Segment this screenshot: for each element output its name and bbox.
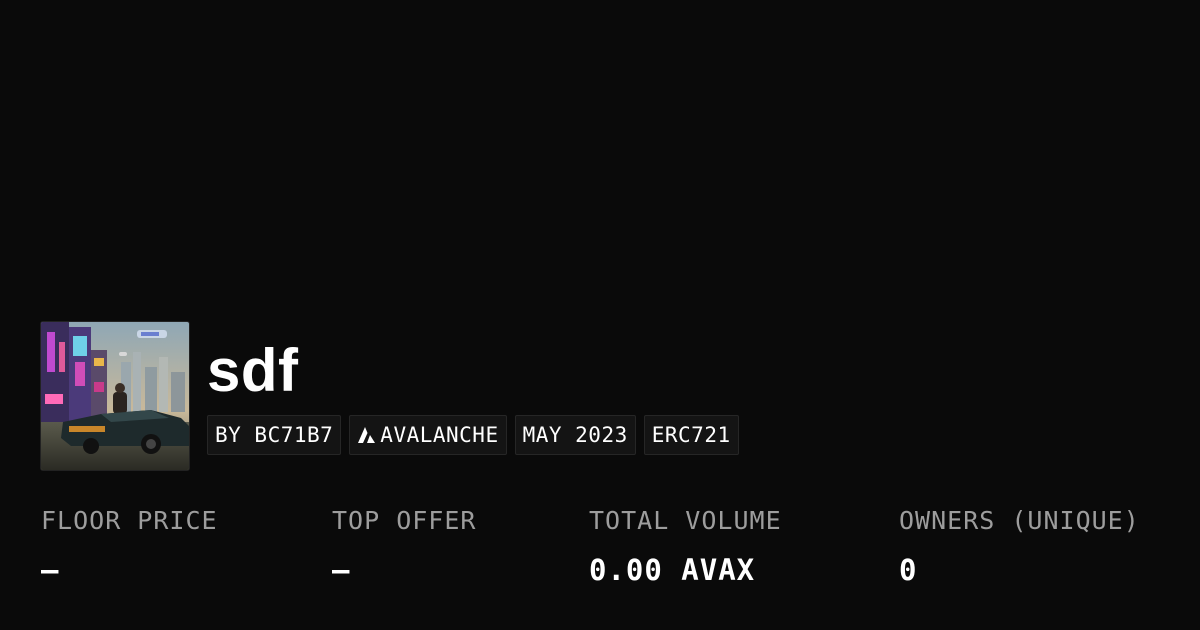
floor-price-stat: FLOOR PRICE – [41, 504, 218, 587]
collection-thumbnail [40, 321, 190, 471]
top-offer-stat: TOP OFFER – [332, 504, 476, 587]
total-volume-label: TOTAL VOLUME [589, 506, 782, 535]
date-tag: MAY 2023 [514, 415, 636, 455]
owners-stat: OWNERS (UNIQUE) 0 [899, 504, 1140, 587]
total-volume-stat: TOTAL VOLUME 0.00 AVAX [589, 504, 782, 587]
standard-tag: ERC721 [643, 415, 739, 455]
total-volume-value: 0.00 AVAX [589, 553, 756, 587]
collection-name: sdf [207, 337, 299, 404]
tag-row: BY BC71B7 AVALANCHE MAY 2023 ERC721 [207, 415, 739, 455]
floor-price-value: – [41, 553, 60, 587]
floor-price-label: FLOOR PRICE [41, 506, 218, 535]
collection-header: sdf BY BC71B7 AVALANCHE MAY 2023 ERC721 [40, 321, 739, 471]
chain-tag[interactable]: AVALANCHE [349, 415, 507, 455]
owners-label: OWNERS (UNIQUE) [899, 506, 1140, 535]
owners-value: 0 [899, 553, 918, 587]
top-offer-value: – [332, 553, 351, 587]
chain-label: AVALANCHE [380, 423, 499, 447]
top-offer-label: TOP OFFER [332, 506, 477, 535]
title-block: sdf BY BC71B7 AVALANCHE MAY 2023 ERC721 [207, 321, 739, 455]
creator-tag[interactable]: BY BC71B7 [207, 415, 342, 455]
avalanche-logo-icon [357, 427, 377, 443]
